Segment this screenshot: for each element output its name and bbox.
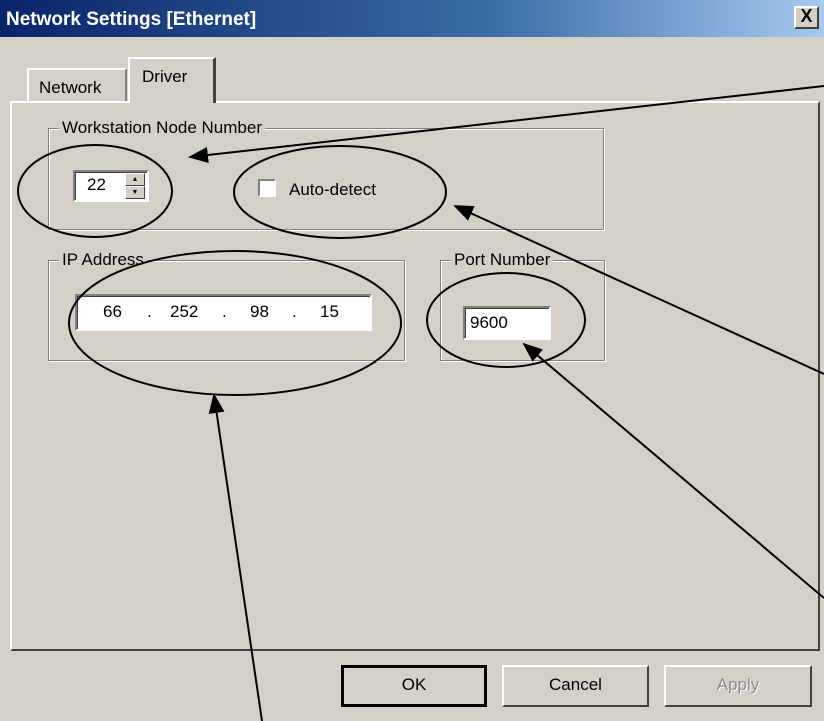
port-number-value: 9600 (470, 313, 508, 332)
spin-down-icon[interactable]: ▼ (125, 186, 145, 199)
ip-octet-2: 252 (170, 302, 199, 321)
ip-octet-1: 66 (103, 302, 122, 321)
network-settings-dialog: Network Settings [Ethernet] X Network Dr… (0, 0, 824, 721)
auto-detect-label: Auto-detect (289, 180, 376, 199)
auto-detect-checkbox[interactable] (258, 179, 276, 197)
close-icon: X (800, 6, 813, 26)
tab-driver-label: Driver (142, 67, 188, 86)
node-number-spinbox[interactable]: 22 ▲ ▼ (73, 170, 149, 202)
window-title: Network Settings [Ethernet] (6, 9, 257, 30)
ok-button[interactable]: OK (341, 665, 487, 707)
port-number-label: Port Number (451, 250, 554, 270)
ip-octet-3: 98 (250, 302, 269, 321)
workstation-node-label: Workstation Node Number (59, 118, 265, 138)
ip-separator-3: . (292, 302, 297, 321)
ip-octet-4: 15 (320, 302, 339, 321)
cancel-button[interactable]: Cancel (502, 665, 649, 707)
tab-network-label: Network (39, 78, 102, 97)
ip-separator-2: . (222, 302, 227, 321)
close-button[interactable]: X (794, 6, 819, 29)
spin-up-icon[interactable]: ▲ (125, 173, 145, 186)
ip-separator-1: . (147, 302, 152, 321)
tab-network[interactable]: Network (27, 68, 127, 101)
apply-button[interactable]: Apply (664, 665, 812, 707)
node-number-value: 22 (87, 175, 106, 194)
ip-address-label: IP Address (59, 250, 147, 270)
tab-driver[interactable]: Driver (128, 57, 216, 103)
port-number-field[interactable]: 9600 (463, 306, 551, 340)
ip-address-field[interactable]: 66 . 252 . 98 . 15 (75, 294, 372, 331)
title-bar: Network Settings [Ethernet] X (0, 0, 824, 37)
